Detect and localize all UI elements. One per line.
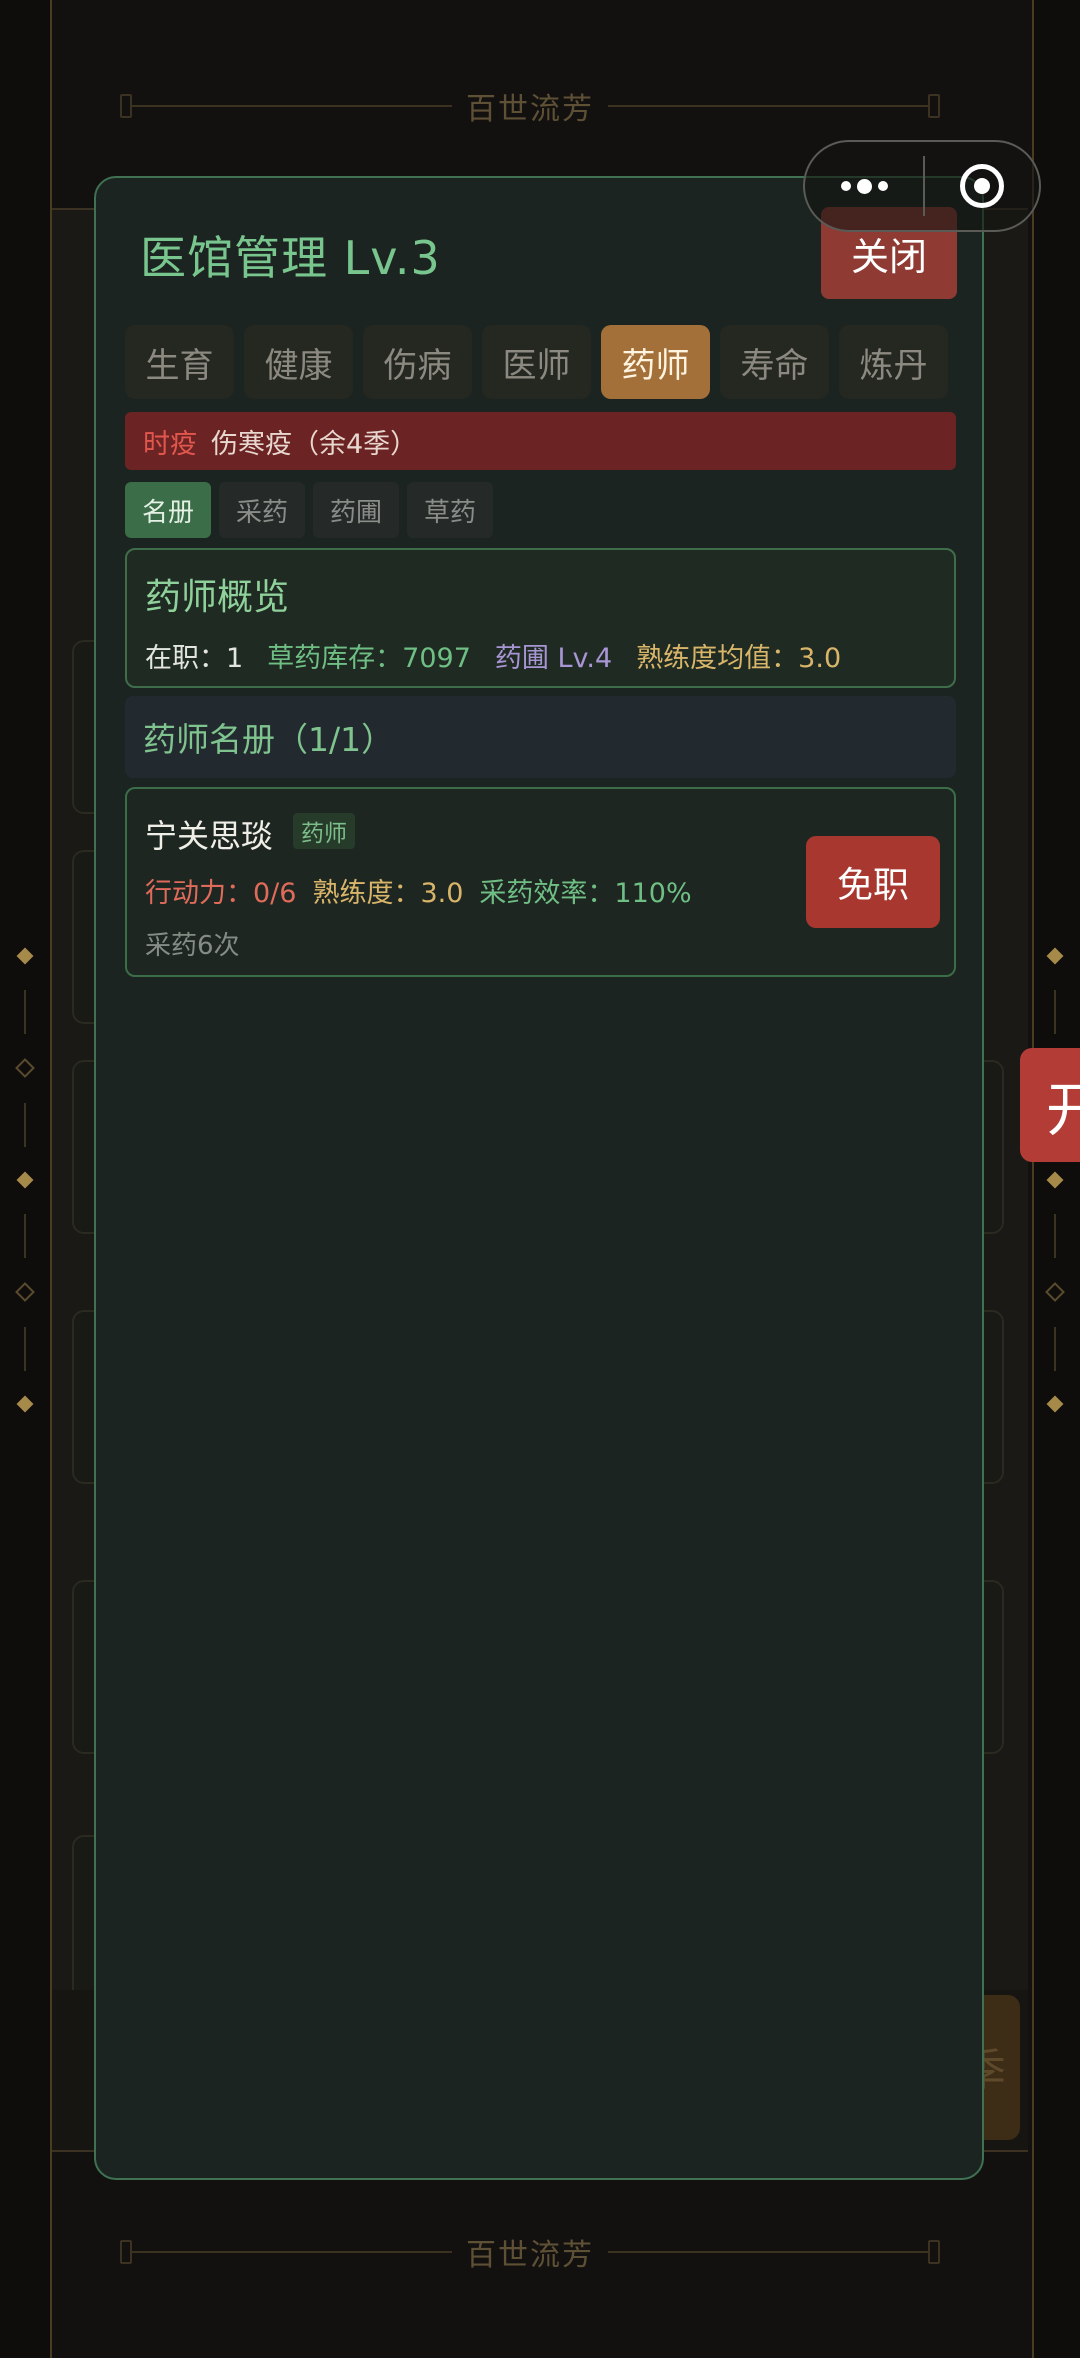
- subtabs: 名册 采药 药圃 草药: [125, 482, 494, 538]
- stat-item: 药圃 Lv.4: [494, 643, 613, 674]
- role-badge: 药师: [293, 813, 355, 849]
- brand-footer-title: 百世流芳: [466, 2238, 594, 2273]
- side-open-button[interactable]: 开: [1020, 1048, 1080, 1162]
- left-ornament: [15, 947, 35, 1413]
- brand-title: 百世流芳: [466, 92, 594, 127]
- overview-title: 药师概览: [145, 577, 290, 618]
- right-ornament: [1045, 947, 1065, 1413]
- more-options-icon[interactable]: [805, 178, 923, 194]
- brand-footer: 百世流芳: [120, 2232, 940, 2273]
- overview-stats: 在职：1 草药库存：7097 药圃 Lv.4 熟练度均值：3.0: [145, 636, 841, 675]
- subtab-roster[interactable]: 名册: [125, 482, 212, 538]
- epidemic-value: 伤寒疫（余4季）: [211, 428, 418, 460]
- dismiss-button[interactable]: 免职: [806, 836, 940, 928]
- stat-item: 采药效率：110%: [479, 878, 692, 909]
- clinic-management-modal: [94, 176, 984, 2180]
- stat-item: 熟练度：3.0: [312, 878, 464, 909]
- tab-alchemy[interactable]: 炼丹: [839, 325, 948, 399]
- tab-physician[interactable]: 医师: [482, 325, 591, 399]
- epidemic-label: 时疫: [143, 428, 197, 460]
- stat-item: 在职：1: [145, 643, 244, 674]
- tab-injury[interactable]: 伤病: [363, 325, 472, 399]
- pharmacist-overview-card: 药师概览 在职：1 草药库存：7097 药圃 Lv.4 熟练度均值：3.0: [125, 548, 956, 688]
- tab-birth[interactable]: 生育: [125, 325, 234, 399]
- tab-pharmacist[interactable]: 药师: [601, 325, 710, 399]
- stat-item: 熟练度均值：3.0: [636, 643, 842, 674]
- pharmacist-card: 宁关思琰 药师 行动力：0/6 熟练度：3.0 采药效率：110% 采药6次 免职: [125, 787, 956, 977]
- capsule-menu: [803, 140, 1041, 232]
- exit-miniprogram-icon[interactable]: [925, 164, 1039, 208]
- stat-item: 草药库存：7097: [267, 643, 471, 674]
- subtab-herb-garden[interactable]: 药圃: [313, 482, 400, 538]
- pharmacist-note: 采药6次: [145, 931, 240, 961]
- subtab-herbs[interactable]: 草药: [407, 482, 494, 538]
- pharmacist-name: 宁关思琰: [145, 817, 274, 855]
- tab-lifespan[interactable]: 寿命: [720, 325, 829, 399]
- subtab-gather[interactable]: 采药: [219, 482, 306, 538]
- tab-health[interactable]: 健康: [244, 325, 353, 399]
- brand-header: 百世流芳: [120, 86, 940, 127]
- roster-header: 药师名册（1/1）: [125, 696, 956, 778]
- category-tabs: 生育 健康 伤病 医师 药师 寿命 炼丹: [125, 325, 948, 399]
- stat-item: 行动力：0/6: [145, 878, 297, 909]
- epidemic-banner: 时疫 伤寒疫（余4季）: [125, 412, 956, 470]
- pharmacist-stats: 行动力：0/6 熟练度：3.0 采药效率：110%: [145, 871, 692, 910]
- modal-title: 医馆管理 Lv.3: [140, 231, 441, 285]
